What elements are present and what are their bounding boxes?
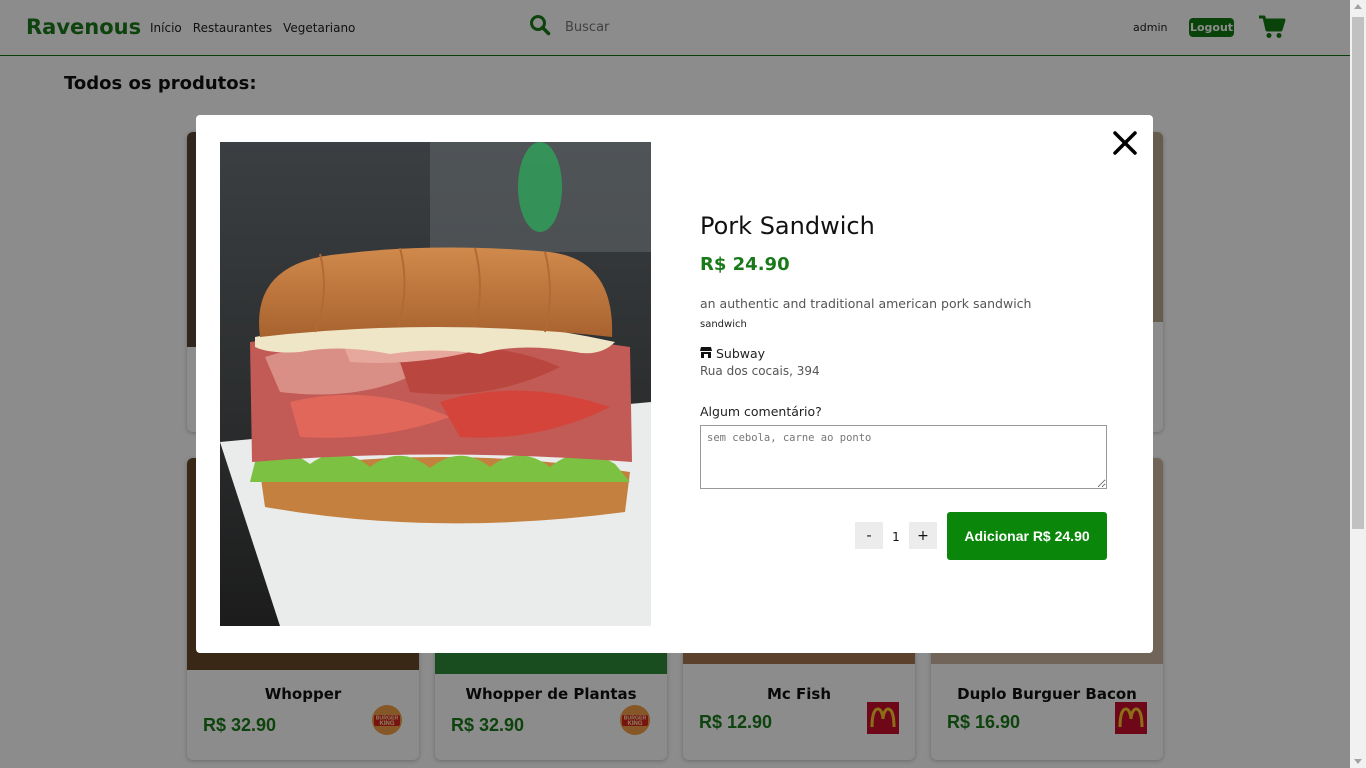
add-to-cart-button[interactable]: Adicionar R$ 24.90 xyxy=(947,512,1107,560)
comment-label: Algum comentário? xyxy=(700,404,822,419)
store-name: Subway xyxy=(716,346,766,361)
modal-product-price: R$ 24.90 xyxy=(700,254,790,275)
scrollbar-thumb[interactable] xyxy=(1352,17,1364,529)
product-modal: Pork Sandwich R$ 24.90 an authentic and … xyxy=(196,115,1153,653)
scroll-up-arrow[interactable] xyxy=(1354,4,1362,9)
scroll-down-arrow[interactable] xyxy=(1354,759,1362,764)
modal-store: Subway xyxy=(700,346,765,361)
decrease-quantity-button[interactable]: - xyxy=(855,522,883,549)
modal-product-description: an authentic and traditional american po… xyxy=(700,296,1032,311)
modal-product-category: sandwich xyxy=(700,319,747,330)
close-icon[interactable] xyxy=(1111,129,1139,157)
page-scrollbar[interactable] xyxy=(1350,0,1366,768)
quantity-value: 1 xyxy=(892,530,900,544)
quantity-stepper: - 1 + xyxy=(855,522,937,549)
store-icon xyxy=(700,346,712,361)
product-image xyxy=(220,142,651,626)
increase-quantity-button[interactable]: + xyxy=(909,522,937,549)
comment-field[interactable] xyxy=(700,425,1107,489)
modal-product-name: Pork Sandwich xyxy=(700,212,875,240)
store-address: Rua dos cocais, 394 xyxy=(700,364,820,378)
